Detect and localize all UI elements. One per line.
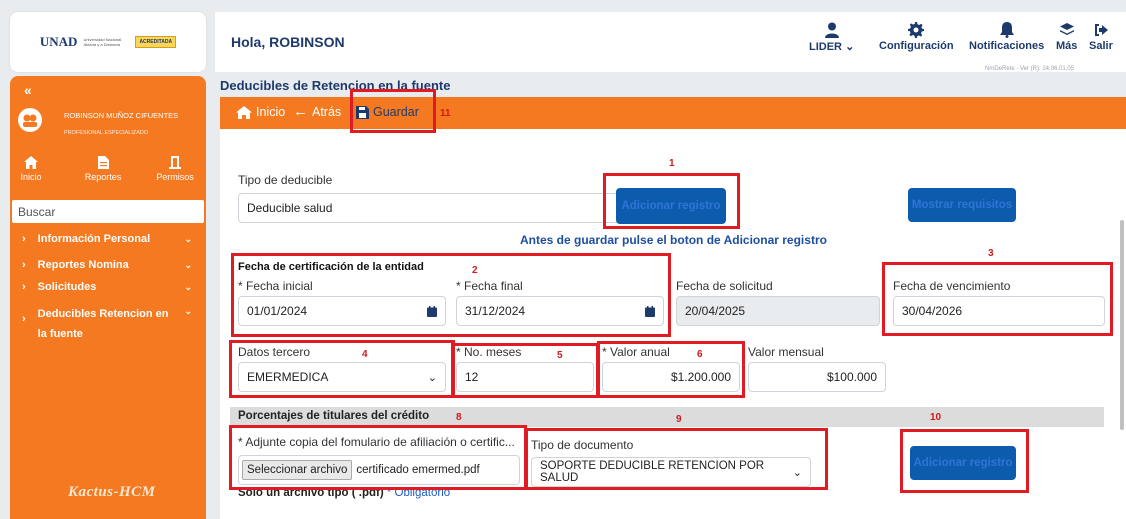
annotation-10: 10 (930, 412, 942, 423)
nav-salir[interactable]: Salir (1089, 22, 1113, 52)
highlight-box-8 (229, 425, 527, 490)
avatar (18, 108, 42, 132)
annotation-1: 1 (669, 158, 675, 169)
tipo-deducible-label: Tipo de deducible (238, 173, 333, 187)
shortcut-inicio[interactable]: Inicio (16, 156, 46, 182)
menu-item-solicitudes[interactable]: › Solicitudes ⌄ (10, 280, 206, 295)
menu-item-informacion-personal[interactable]: › Información Personal ⌄ (10, 232, 206, 247)
highlight-box-6 (597, 341, 745, 398)
logo-box: UNAD Universidad Nacional Abierta y a Di… (10, 12, 206, 72)
greeting: Hola, ROBINSON (231, 34, 345, 50)
menu-item-reportes-nomina[interactable]: › Reportes Nomina ⌄ (10, 258, 206, 273)
search-input[interactable]: Buscar (12, 200, 204, 224)
chevron-right-icon: › (22, 281, 26, 293)
annotation-2: 2 (472, 265, 478, 276)
chevron-down-icon: ⌄ (845, 41, 855, 53)
valor-mensual-field: $100.000 (748, 362, 886, 392)
logout-icon (1094, 24, 1108, 36)
layers-icon (1059, 23, 1074, 35)
highlight-box-10 (900, 429, 1029, 493)
kactus-logo: Kactus-HCM (68, 484, 156, 500)
highlight-box-1 (603, 173, 740, 229)
atras-link[interactable]: ← Atrás (293, 103, 341, 120)
chevron-down-icon: ⌄ (184, 234, 192, 244)
chevron-down-icon: ⌄ (184, 306, 192, 316)
annotation-8: 8 (456, 412, 462, 423)
highlight-box-5 (451, 343, 599, 398)
nav-configuracion[interactable]: Configuración (879, 22, 954, 52)
door-icon (169, 156, 181, 169)
annotation-5: 5 (557, 350, 563, 361)
fecha-solicitud-label: Fecha de solicitud (676, 279, 773, 293)
home-icon (24, 156, 38, 169)
shortcut-reportes[interactable]: Reportes (83, 156, 123, 182)
annotation-4: 4 (362, 349, 368, 360)
fecha-solicitud-field: 20/04/2025 (676, 296, 880, 326)
tipo-deducible-select[interactable]: Deducible salud ⌄ (238, 193, 632, 223)
user-icon (824, 22, 839, 38)
highlight-box-11 (350, 89, 436, 133)
highlight-box-9 (525, 428, 828, 490)
collapse-sidebar-icon[interactable]: « (24, 82, 32, 98)
arrow-left-icon: ← (293, 103, 308, 120)
top-header: Hola, ROBINSON LIDER ⌄ Configuración Not… (215, 12, 1126, 72)
nav-notificaciones[interactable]: Notificaciones (969, 22, 1044, 52)
nav-mas[interactable]: Más (1056, 22, 1077, 52)
highlight-box-2 (231, 253, 671, 337)
porcentajes-title: Porcentajes de titulares del crédito (238, 410, 430, 422)
home-icon (236, 105, 252, 119)
bell-icon (999, 22, 1014, 38)
shortcut-permisos[interactable]: Permisos (154, 156, 196, 182)
user-name: ROBINSON MUÑOZ CIFUENTES (64, 111, 179, 120)
sidebar: « ROBINSON MUÑOZ CIFUENTES PROFESIONAL E… (10, 76, 206, 519)
chevron-right-icon: › (22, 233, 26, 245)
document-icon (97, 156, 109, 169)
chevron-down-icon: ⌄ (184, 260, 192, 270)
mostrar-requisitos-button[interactable]: Mostrar requisitos (908, 188, 1016, 222)
gear-icon (908, 22, 925, 38)
inicio-link[interactable]: Inicio (236, 105, 285, 119)
annotation-6: 6 (697, 349, 703, 360)
notice-text: Antes de guardar pulse el boton de Adici… (520, 233, 827, 247)
valor-mensual-label: Valor mensual (748, 345, 824, 359)
version-label: NmDeRete - Ver (R): 24.06.01.05 (985, 66, 1075, 72)
annotation-11: 11 (440, 108, 451, 119)
menu-item-deducibles[interactable]: › Deducibles Retencion en la fuente ⌄ (10, 304, 206, 344)
chevron-right-icon: › (22, 313, 26, 325)
sidebar-search[interactable]: Buscar (12, 200, 204, 223)
nav-lider[interactable]: LIDER ⌄ (809, 22, 854, 53)
highlight-box-3 (882, 262, 1113, 336)
chevron-down-icon: ⌄ (184, 282, 192, 292)
scrollbar[interactable] (1120, 220, 1124, 430)
annotation-9: 9 (676, 414, 682, 425)
highlight-box-4 (229, 340, 455, 398)
unad-logo: UNAD Universidad Nacional Abierta y a Di… (40, 34, 177, 50)
annotation-3: 3 (988, 248, 994, 259)
user-role: PROFESIONAL ESPECIALIZADO (64, 130, 149, 136)
chevron-right-icon: › (22, 259, 26, 271)
